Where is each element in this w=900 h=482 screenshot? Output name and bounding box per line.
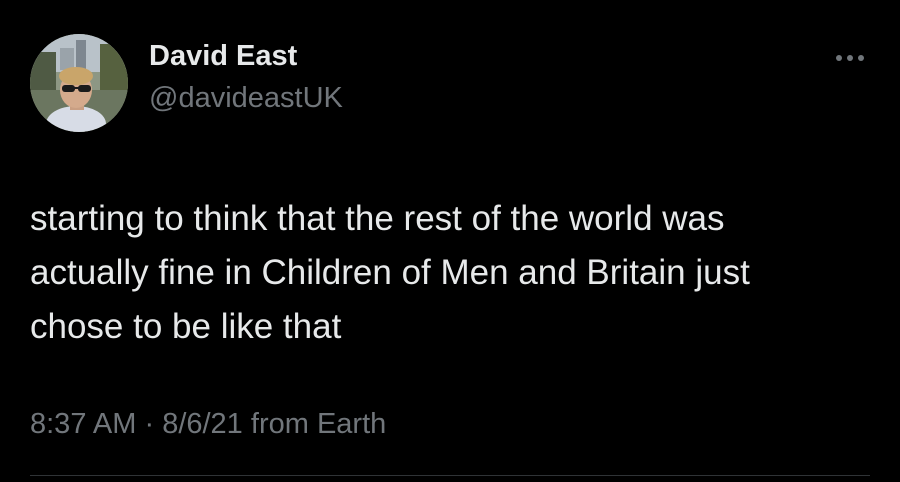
tweet-text: starting to think that the rest of the w… [30, 199, 750, 346]
divider [30, 475, 870, 476]
tweet-metadata: 8:37 AM · 8/6/21 from Earth [30, 408, 386, 441]
more-horizontal-icon [836, 55, 864, 61]
tweet-card: David East @davideastUK starting to thin… [0, 0, 900, 482]
display-name[interactable]: David East [149, 40, 297, 73]
more-options-button[interactable] [830, 46, 870, 70]
avatar[interactable] [30, 34, 128, 132]
tweet-time[interactable]: 8:37 AM [30, 408, 136, 440]
profile-photo-icon [30, 34, 128, 132]
user-handle[interactable]: @davideastUK [149, 82, 343, 115]
tweet-source: from Earth [242, 408, 387, 440]
tweet-date[interactable]: 8/6/21 [162, 408, 243, 440]
meta-separator: · [136, 408, 163, 440]
